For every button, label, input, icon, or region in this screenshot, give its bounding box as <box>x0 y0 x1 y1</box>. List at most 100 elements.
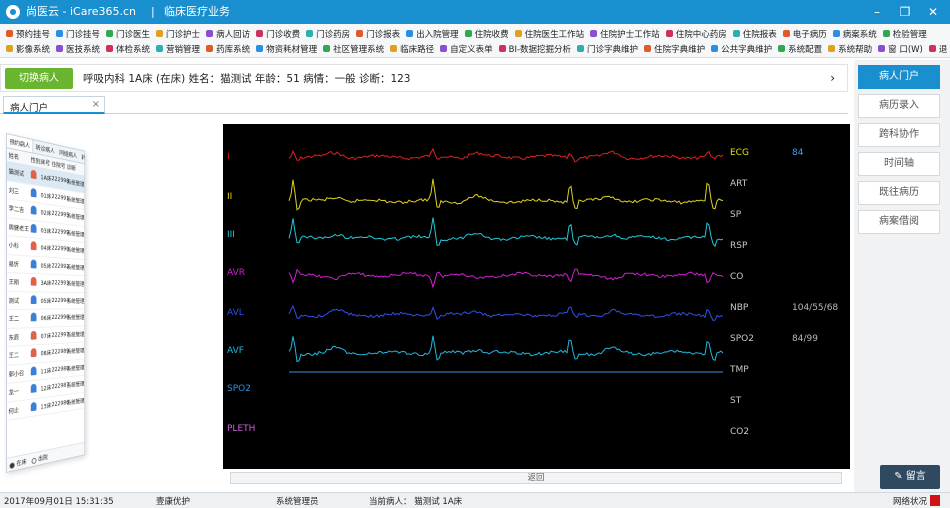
network-indicator-icon <box>930 495 940 506</box>
menu-item[interactable]: 物资耗材管理 <box>254 42 321 55</box>
close-button[interactable]: ✕ <box>922 3 944 21</box>
menu-item[interactable]: 窗 口(W) <box>876 42 927 55</box>
cell-id: 222994 <box>51 297 70 304</box>
param-label: ART <box>730 179 748 189</box>
filter-in-bed-label: 在床 <box>16 458 27 468</box>
cell-name: 郭小召 <box>8 370 25 379</box>
menu-item[interactable]: 住院报表 <box>731 27 781 40</box>
right-menu-item[interactable]: 既往病历 <box>858 181 940 205</box>
cell-id: 222989 <box>51 348 70 356</box>
menu-item[interactable]: 住院收费 <box>463 27 513 40</box>
menu-item-icon <box>514 30 522 37</box>
patient-list-footer: 在床 出院 <box>6 441 85 472</box>
cell-name: 刘三 <box>8 187 20 196</box>
menu-item[interactable]: 病案系统 <box>831 27 881 40</box>
menu-item-label: 医技系统 <box>66 44 101 55</box>
menu-item[interactable]: 预约挂号 <box>4 27 54 40</box>
cell-gender <box>30 169 41 182</box>
menu-item[interactable]: 检验管理 <box>881 27 931 40</box>
cell-diagnosis: 系统管理员 <box>66 314 86 322</box>
header-bed: 床号 <box>40 158 51 168</box>
menu-item[interactable]: 医技系统 <box>54 42 104 55</box>
menu-item[interactable]: 门诊挂号 <box>54 27 104 40</box>
right-menu-item[interactable]: 时间轴 <box>858 152 940 176</box>
cell-id: 222997 <box>51 331 70 339</box>
message-label: 留言 <box>905 471 926 482</box>
cell-id: 222995 <box>51 210 70 219</box>
cell-gender <box>30 205 41 218</box>
minimize-button[interactable]: – <box>866 3 888 21</box>
menu-item[interactable]: 退 出(X) <box>927 42 950 55</box>
table-row[interactable]: 测试 05床 222994 系统管理员 <box>6 291 85 310</box>
cell-gender <box>30 383 41 395</box>
menu-row-2: 影像系统 医技系统 体检系统 营销管理 药库系统 物资耗材管理 社区管理系统 临床路径 自定义表… <box>4 42 950 55</box>
female-icon <box>30 277 37 286</box>
tab-patient-portal[interactable]: 病人门户 × <box>3 96 105 114</box>
right-menu-item[interactable]: 跨科协作 <box>858 123 940 147</box>
menu-item[interactable]: 出入院管理 <box>404 27 463 40</box>
filter-discharged[interactable]: 出院 <box>31 452 48 464</box>
menu-item[interactable]: 药库系统 <box>204 42 254 55</box>
menu-item[interactable]: 住院医生工作站 <box>513 27 589 40</box>
right-menu-item[interactable]: 病历录入 <box>858 94 940 118</box>
filter-in-bed[interactable]: 在床 <box>9 457 27 470</box>
menu-item-icon <box>440 45 448 52</box>
menu-item-label: 门诊护士 <box>166 29 201 40</box>
right-menu-item[interactable]: 病案借阅 <box>858 210 940 234</box>
menu-item[interactable]: 系统配置 <box>776 42 826 55</box>
menu-item[interactable]: 门诊医生 <box>104 27 154 40</box>
app-subtitle: 临床医疗业务 <box>164 5 230 18</box>
message-button[interactable]: ✎ 留言 <box>880 465 940 489</box>
menu-item-label: 系统帮助 <box>838 44 873 55</box>
patient-list-rows: 猫测试 1A床 222998 系统管理员 刘三 01床 222991 系统管理员 李二吉 02床 2… <box>6 162 86 421</box>
menu-item[interactable]: 门诊字典维护 <box>575 42 642 55</box>
menu-item[interactable]: 社区管理系统 <box>321 42 388 55</box>
menu-item[interactable]: 门诊药房 <box>304 27 354 40</box>
menu-item-icon <box>56 45 64 52</box>
cell-bed: 01床 <box>40 192 52 201</box>
cell-gender <box>30 330 41 341</box>
cell-name: 王二 <box>8 352 20 361</box>
menu-item[interactable]: 公共字典维护 <box>709 42 776 55</box>
header-gender: 性别 <box>30 156 41 166</box>
menu-item[interactable]: 病人回访 <box>204 27 254 40</box>
menu-item[interactable]: 门诊报表 <box>354 27 404 40</box>
menu-item-icon <box>6 45 13 52</box>
tab-label: 病人门户 <box>10 103 49 114</box>
switch-patient-button[interactable]: 切换病人 <box>5 68 73 89</box>
title-separator: | <box>151 5 155 18</box>
ecg-waveform <box>288 268 724 289</box>
table-row[interactable]: 王刚 3A床 222993 系统管理员 <box>6 273 85 293</box>
cell-bed: 03床 <box>40 227 52 236</box>
menu-item[interactable]: BI-数据挖掘分析 <box>497 42 575 55</box>
restore-button[interactable]: ❐ <box>894 3 916 21</box>
menu-item[interactable]: 电子病历 <box>781 27 831 40</box>
menu-item[interactable]: 自定义表单 <box>438 42 497 55</box>
male-icon <box>30 312 37 322</box>
back-button[interactable]: 返回 <box>230 472 842 484</box>
menu-item[interactable]: 影像系统 <box>4 42 54 55</box>
chevron-right-icon[interactable]: › <box>830 71 835 85</box>
menu-item[interactable]: 住院护士工作站 <box>588 27 664 40</box>
param-label: CO2 <box>730 427 750 437</box>
menu-item[interactable]: 门诊收费 <box>254 27 304 40</box>
window-controls: – ❐ ✕ <box>866 3 944 21</box>
male-icon <box>30 259 37 269</box>
menu-item[interactable]: 住院字典维护 <box>642 42 709 55</box>
menu-item[interactable]: 临床路径 <box>388 42 438 55</box>
cell-name: 易忻 <box>8 260 20 269</box>
patient-bar: 切换病人 呼吸内科 1A床 (在床) 姓名：猫测试 年龄：51 病情：一般 诊断… <box>0 64 848 92</box>
menu-item-icon <box>156 45 164 52</box>
menu-item-label: 预约挂号 <box>16 29 51 40</box>
close-icon[interactable]: × <box>92 99 100 110</box>
cell-bed: 05床 <box>40 297 52 305</box>
menu-item[interactable]: 系统帮助 <box>826 42 876 55</box>
menu-item[interactable]: 住院中心药房 <box>664 27 731 40</box>
right-menu-item[interactable]: 病人门户 <box>858 65 940 89</box>
menu-item-icon <box>832 30 840 37</box>
menu-item[interactable]: 门诊护士 <box>154 27 204 40</box>
cell-id: 222988 <box>51 365 70 374</box>
menu-item[interactable]: 营销管理 <box>154 42 204 55</box>
menu-item[interactable]: 体检系统 <box>104 42 154 55</box>
menu-item-icon <box>156 30 164 37</box>
